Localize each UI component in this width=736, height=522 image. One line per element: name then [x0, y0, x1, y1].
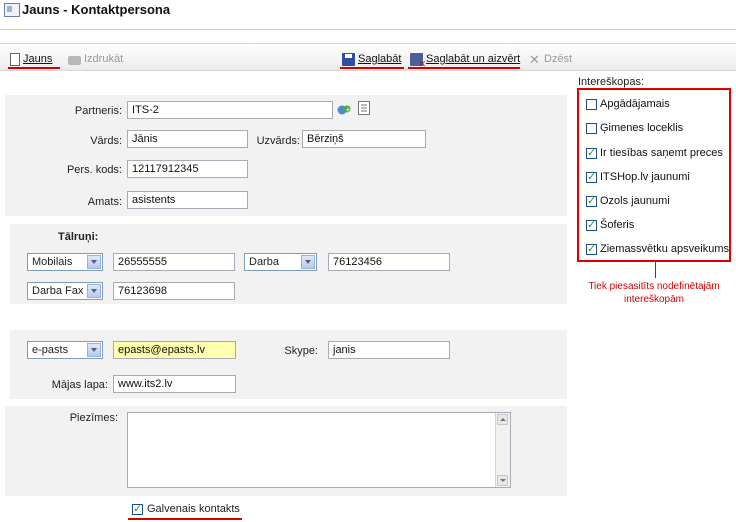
- save-close-icon: [410, 52, 426, 70]
- save-close-button-label: Saglabāt un aizvērt: [426, 53, 521, 65]
- notes-label: Piezīmes:: [69, 412, 118, 424]
- first-name-label: Vārds:: [90, 135, 122, 147]
- chevron-down-icon: [301, 255, 315, 269]
- homepage-input[interactable]: www.its2.lv: [113, 375, 236, 393]
- interest-checkbox[interactable]: [586, 242, 597, 255]
- position-input[interactable]: asistents: [127, 191, 248, 209]
- partner-details-icon[interactable]: [358, 101, 371, 115]
- interest-label: Šoferis: [600, 219, 635, 231]
- interest-checkbox[interactable]: [586, 194, 597, 207]
- email-input[interactable]: epasts@epasts.lv: [113, 341, 236, 359]
- interest-item[interactable]: Ziemassvētku apsveikums: [586, 241, 729, 257]
- skype-input[interactable]: janis: [328, 341, 450, 359]
- chevron-down-icon: [87, 284, 101, 298]
- contact-card-icon: [4, 3, 20, 17]
- first-name-input[interactable]: Jānis: [127, 130, 248, 148]
- delete-button[interactable]: ✕ Dzēst: [528, 50, 572, 68]
- printer-icon: [68, 56, 81, 65]
- phone-input-2[interactable]: 76123456: [328, 253, 450, 271]
- personal-code-label: Pers. kods:: [66, 164, 122, 176]
- phone-type-select-2[interactable]: Darba: [244, 253, 317, 271]
- save-close-button[interactable]: Saglabāt un aizvērt: [410, 50, 521, 70]
- scroll-up-icon[interactable]: [497, 414, 508, 425]
- skype-label: Skype:: [284, 345, 318, 357]
- window-title-bar: Jauns - Kontaktpersona: [0, 0, 736, 26]
- interest-item[interactable]: Apgādājamais: [586, 96, 670, 112]
- phone-type-select-1[interactable]: Mobilais: [27, 253, 103, 271]
- partner-label: Partneris:: [74, 105, 122, 117]
- interest-item[interactable]: ITSHop.lv jaunumi: [586, 169, 690, 185]
- interest-checkbox[interactable]: [586, 170, 597, 183]
- new-button-label: Jauns: [23, 53, 53, 65]
- delete-button-label: Dzēst: [544, 53, 573, 65]
- callout-connector: [655, 262, 656, 278]
- title-divider: [0, 29, 736, 30]
- print-button[interactable]: Izdrukāt: [68, 50, 123, 68]
- new-button[interactable]: Jauns: [10, 50, 52, 68]
- interest-label: Ģimenes loceklis: [600, 122, 684, 134]
- phone-type-value-3: Darba Fax: [32, 285, 84, 297]
- partner-input[interactable]: ITS-2: [127, 101, 333, 119]
- interest-label: ITSHop.lv jaunumi: [600, 171, 690, 183]
- interest-checkbox[interactable]: [586, 122, 597, 134]
- interests-title: Intereškopas:: [578, 76, 645, 88]
- new-document-icon: [10, 52, 20, 66]
- highlight-underline-new: [8, 67, 60, 69]
- phone-type-select-3[interactable]: Darba Fax: [27, 282, 103, 300]
- print-button-label: Izdrukāt: [84, 53, 124, 65]
- scroll-down-icon[interactable]: [497, 475, 508, 486]
- interest-item[interactable]: Ģimenes loceklis: [586, 120, 683, 136]
- highlight-underline-main-contact: [128, 518, 242, 520]
- interest-item[interactable]: Šoferis: [586, 217, 634, 233]
- interest-item[interactable]: Ozols jaunumi: [586, 193, 670, 209]
- save-button-label: Saglabāt: [358, 53, 402, 65]
- email-type-value: e-pasts: [32, 344, 69, 356]
- notes-scrollbar[interactable]: [495, 413, 510, 487]
- interest-checkbox[interactable]: [586, 98, 597, 110]
- main-contact-option[interactable]: Galvenais kontakts: [132, 502, 240, 515]
- email-type-select[interactable]: e-pasts: [27, 341, 103, 359]
- interest-label: Apgādājamais: [600, 98, 670, 110]
- phones-title: Tālruņi:: [58, 231, 99, 243]
- floppy-save-icon: [342, 52, 355, 66]
- highlight-underline-save: [340, 67, 404, 69]
- personal-code-input[interactable]: 12117912345: [127, 160, 248, 178]
- interest-label: Ozols jaunumi: [600, 195, 670, 207]
- position-label: Amats:: [87, 196, 122, 208]
- phone-input-1[interactable]: 26555555: [113, 253, 235, 271]
- window-title: Jauns - Kontaktpersona: [22, 2, 171, 17]
- interest-label: Ziemassvētku apsveikums: [600, 243, 729, 255]
- phone-type-value-2: Darba: [249, 256, 279, 268]
- homepage-label: Mājas lapa:: [51, 379, 108, 391]
- svg-text:+: +: [345, 106, 351, 114]
- main-contact-checkbox[interactable]: [132, 502, 143, 515]
- save-button[interactable]: Saglabāt: [342, 50, 401, 68]
- interest-checkbox[interactable]: [586, 218, 597, 231]
- delete-x-icon: ✕: [529, 51, 540, 67]
- last-name-input[interactable]: Bērziņš: [302, 130, 426, 148]
- interest-item[interactable]: Ir tiesības saņemt preces: [586, 145, 723, 161]
- last-name-label: Uzvārds:: [256, 135, 300, 147]
- notes-textarea[interactable]: [127, 412, 511, 488]
- phone-input-3[interactable]: 76123698: [113, 282, 235, 300]
- highlight-underline-save-close: [408, 67, 520, 69]
- interest-checkbox[interactable]: [586, 146, 597, 159]
- chevron-down-icon: [87, 255, 101, 269]
- phone-type-value-1: Mobilais: [32, 256, 73, 268]
- partner-lookup-icon[interactable]: +: [337, 103, 351, 116]
- interests-callout-note: Tiek piesasitīts nodefinētajām intereško…: [588, 281, 720, 305]
- interest-label: Ir tiesības saņemt preces: [600, 147, 723, 159]
- chevron-down-icon: [87, 343, 101, 357]
- main-contact-label: Galvenais kontakts: [147, 503, 240, 515]
